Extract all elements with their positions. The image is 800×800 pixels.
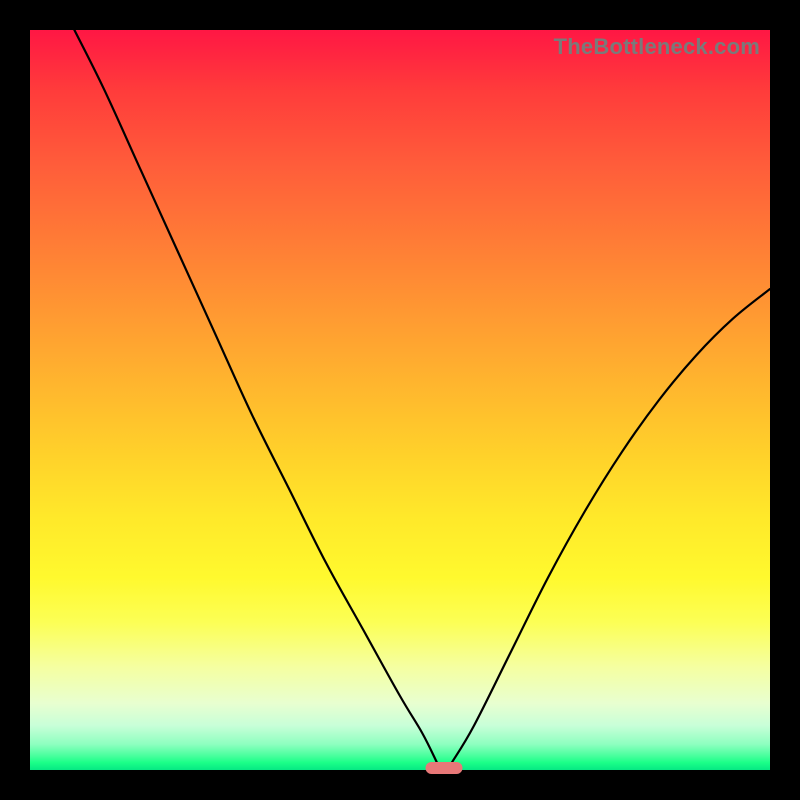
bottleneck-curve <box>30 30 770 770</box>
plot-area: TheBottleneck.com <box>30 30 770 770</box>
chart-frame: TheBottleneck.com <box>0 0 800 800</box>
minimum-marker <box>426 762 463 774</box>
curve-left-branch <box>74 30 437 763</box>
curve-right-branch <box>452 289 770 763</box>
